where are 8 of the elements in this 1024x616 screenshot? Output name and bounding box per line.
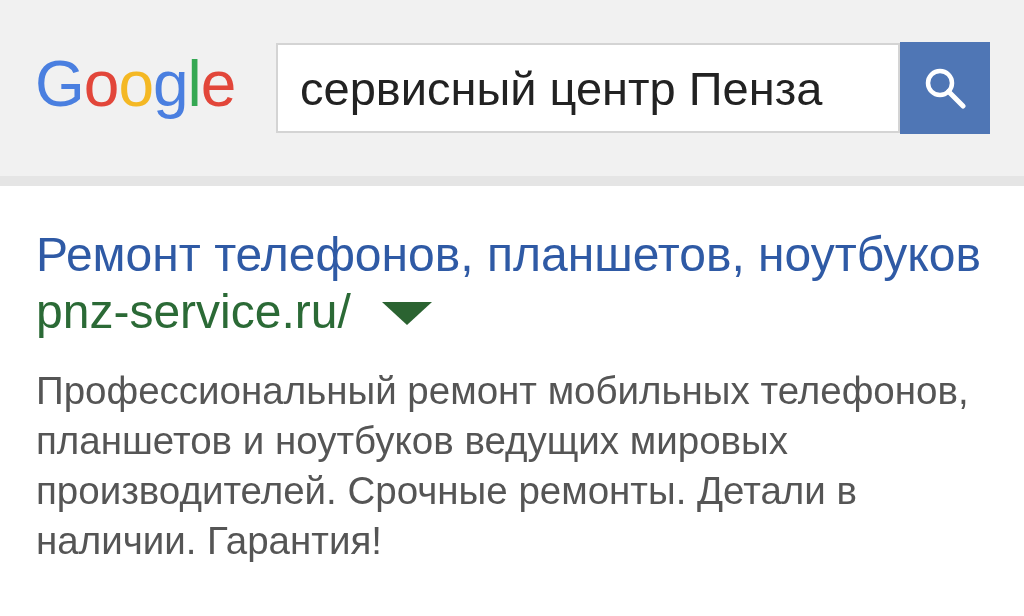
- search-field[interactable]: сервисный центр Пенза: [276, 43, 900, 133]
- result-title-link[interactable]: Ремонт телефонов, планшетов, ноутбуков: [36, 226, 1004, 284]
- search-icon: [924, 67, 966, 109]
- search-button[interactable]: [900, 42, 990, 134]
- result-snippet: Профессиональный ремонт мобильных телефонов, планшетов и ноутбуков ведущих мировых производителей. Срочные ремонты. Детали в наличии. Гарантия!: [36, 368, 970, 564]
- logo: Google: [35, 52, 237, 122]
- result-url: pnz-service.ru/: [36, 284, 351, 340]
- caret-icon[interactable]: [381, 301, 432, 325]
